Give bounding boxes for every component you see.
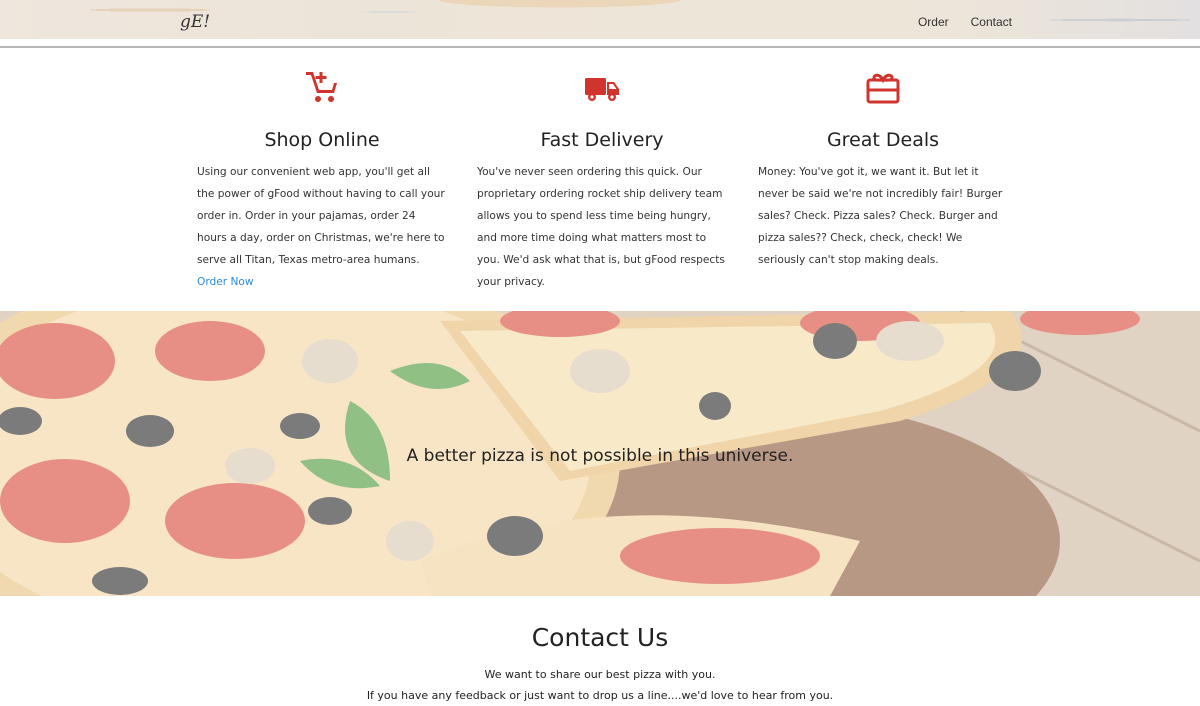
top-nav: Order Contact bbox=[918, 15, 1012, 29]
order-now-link[interactable]: Order Now bbox=[197, 276, 254, 288]
feature-shop-online: Shop Online Using our convenient web app… bbox=[197, 70, 447, 293]
contact-title: Contact Us bbox=[531, 623, 669, 652]
features-section: Shop Online Using our convenient web app… bbox=[0, 48, 1200, 311]
site-logo[interactable]: gE! bbox=[180, 12, 210, 32]
feature-text: Using our convenient web app, you'll get… bbox=[197, 166, 445, 288]
header-banner: gE! Order Contact bbox=[0, 0, 1200, 39]
nav-contact-link[interactable]: Contact bbox=[971, 15, 1012, 29]
contact-line-1: We want to share our best pizza with you… bbox=[484, 668, 716, 681]
contact-line-2: If you have any feedback or just want to… bbox=[366, 689, 834, 702]
gift-card-icon bbox=[866, 73, 900, 104]
hero-pizza-banner: A better pizza is not possible in this u… bbox=[0, 311, 1200, 596]
contact-section: Contact Us We want to share our best piz… bbox=[0, 596, 1200, 702]
cart-plus-icon bbox=[306, 72, 337, 102]
nav-order-link[interactable]: Order bbox=[918, 15, 949, 29]
feature-title: Great Deals bbox=[826, 129, 940, 151]
feature-great-deals: Great Deals Money: You've got it, we wan… bbox=[758, 70, 1008, 271]
feature-text: Money: You've got it, we want it. But le… bbox=[758, 166, 1003, 266]
hero-tagline: A better pizza is not possible in this u… bbox=[406, 446, 794, 466]
feature-title: Shop Online bbox=[264, 129, 380, 151]
feature-fast-delivery: Fast Delivery You've never seen ordering… bbox=[477, 70, 727, 293]
feature-text: You've never seen ordering this quick. O… bbox=[477, 166, 725, 288]
truck-icon bbox=[585, 78, 619, 101]
feature-title: Fast Delivery bbox=[540, 129, 664, 151]
